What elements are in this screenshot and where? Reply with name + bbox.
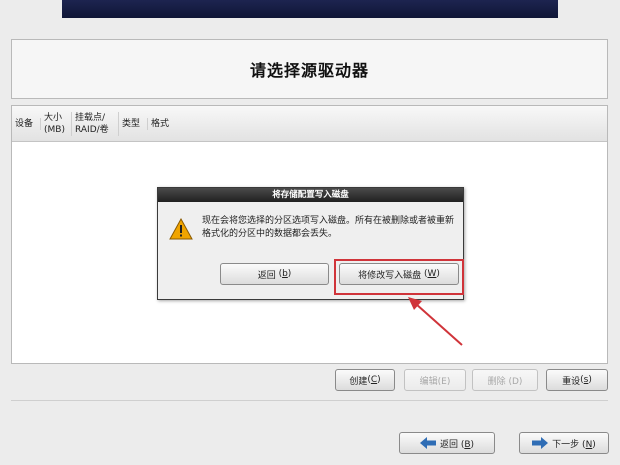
create-label: 创建	[349, 376, 368, 387]
header-banner	[62, 0, 558, 18]
create-button[interactable]: 创建(C)	[335, 369, 395, 391]
nav-next-label: 下一步	[552, 439, 580, 450]
reset-button[interactable]: 重设(s)	[546, 369, 608, 391]
warning-icon	[169, 217, 193, 243]
dialog-back-label: 返回	[257, 270, 276, 281]
page-title-panel: 请选择源驱动器	[11, 39, 608, 99]
nav-back-button[interactable]: 返回 (B)	[399, 432, 495, 454]
next-arrow-icon	[532, 437, 549, 449]
dialog-back-key: b	[282, 269, 288, 279]
reset-label: 重设	[562, 376, 581, 387]
column-header-type[interactable]: 类型	[119, 117, 148, 130]
pointer-arrow-icon	[408, 297, 463, 346]
nav-back-key: B	[464, 439, 471, 450]
nav-next-button[interactable]: 下一步 (N)	[519, 432, 609, 454]
reset-key: s	[583, 375, 589, 385]
column-header-mountpoint[interactable]: 挂载点/ RAID/卷	[72, 111, 119, 136]
edit-label: 编辑(E)	[419, 376, 451, 387]
dialog-message: 现在会将您选择的分区选项写入磁盘。所有在被删除或者被重新格式化的分区中的数据都会…	[202, 216, 455, 239]
column-header-size[interactable]: 大小 (MB)	[41, 111, 72, 136]
dialog-title: 将存储配置写入磁盘	[158, 188, 463, 202]
column-header-format[interactable]: 格式	[148, 118, 176, 130]
column-header-device[interactable]: 设备	[12, 117, 41, 130]
back-arrow-icon	[419, 437, 436, 449]
create-key: C	[370, 375, 378, 385]
delete-label: 删除 (D)	[487, 376, 523, 387]
edit-button[interactable]: 编辑(E)	[404, 369, 466, 391]
delete-button[interactable]: 删除 (D)	[472, 369, 538, 391]
page-title: 请选择源驱动器	[249, 61, 369, 80]
dialog-back-button[interactable]: 返回 (b)	[220, 263, 329, 285]
nav-back-label: 返回	[439, 439, 458, 450]
nav-next-key: N	[585, 439, 593, 450]
table-header: 设备 大小 (MB) 挂载点/ RAID/卷 类型 格式	[12, 106, 607, 142]
divider	[11, 400, 608, 401]
